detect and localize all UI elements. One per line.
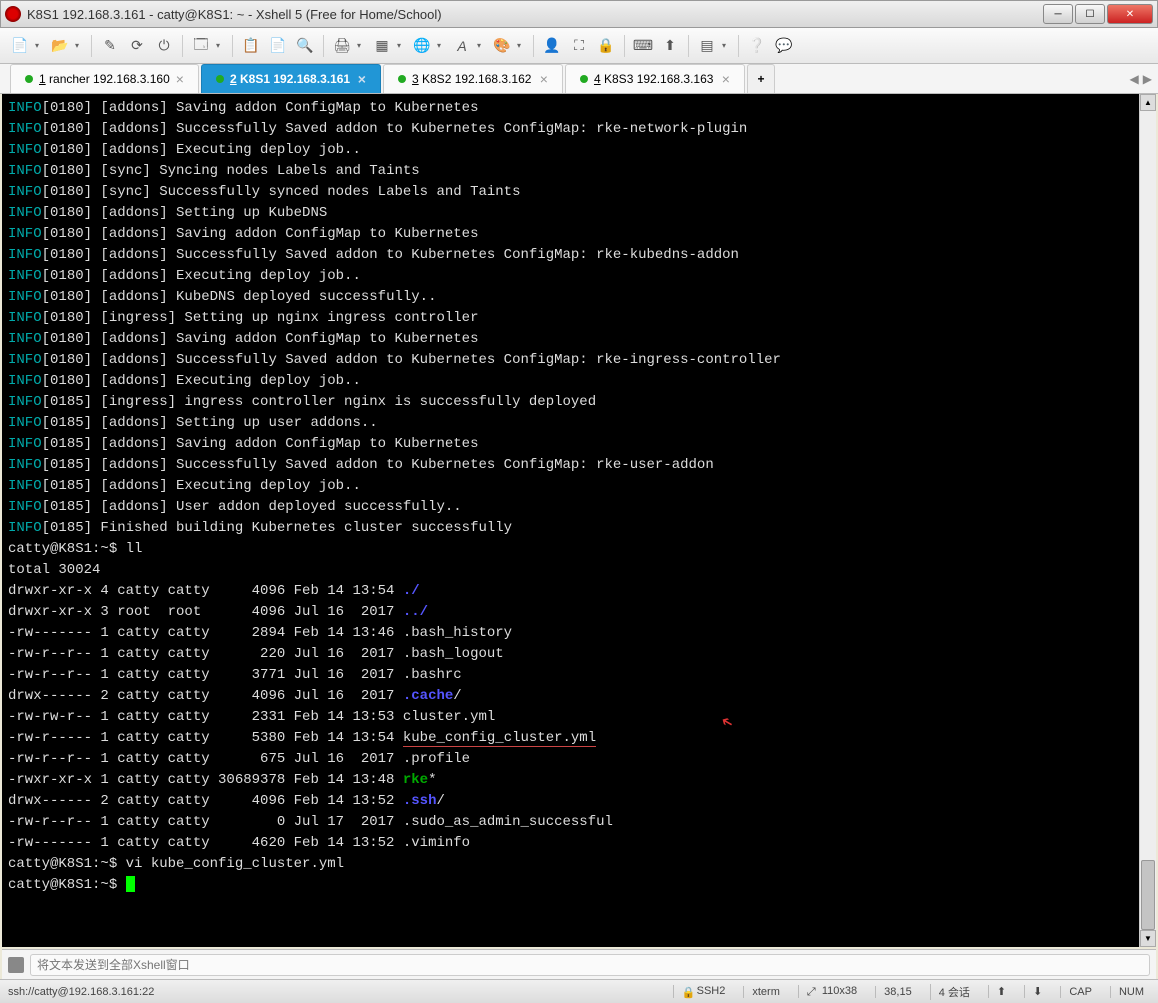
tab-close-icon[interactable]: × [176,71,184,87]
layout-icon[interactable]: ▦ [370,34,394,58]
open-icon[interactable]: 📂 [48,34,72,58]
fullscreen-icon[interactable]: ⛶ [567,34,591,58]
status-dot-icon [580,75,588,83]
status-indicator-1: ⬆ [988,985,1014,998]
upload-icon[interactable]: ⬆ [658,34,682,58]
main-toolbar: 📄▾ 📂▾ ✎ ⟳ ⏻ 🗔▾ 📋 📄 🔍 🖨▾ ▦▾ 🌐▾ A▾ 🎨▾ 👤 ⛶ … [0,28,1158,64]
status-cursor-pos: 38,15 [875,986,920,998]
globe-icon[interactable]: 🌐 [410,34,434,58]
chat-icon[interactable]: 💬 [772,34,796,58]
vertical-scrollbar[interactable]: ▲ ▼ [1139,94,1156,947]
close-button[interactable]: ✕ [1107,4,1153,24]
session-tab[interactable]: 2 K8S1 192.168.3.161 × [201,64,381,93]
session-tab[interactable]: 3 K8S2 192.168.3.162 × [383,64,563,93]
session-tab[interactable]: 4 K8S3 192.168.3.163 × [565,64,745,93]
tab-label: 1 rancher 192.168.3.160 [39,72,170,86]
scroll-track[interactable] [1140,111,1156,930]
status-sessions: 4 会话 [930,984,978,1000]
reconnect-icon[interactable]: ⟳ [125,34,149,58]
keyboard-icon[interactable]: ⌨ [631,34,655,58]
maximize-button[interactable]: ☐ [1075,4,1105,24]
status-num: NUM [1110,986,1152,998]
dropdown-icon[interactable]: ▾ [357,41,367,50]
tab-close-icon[interactable]: × [540,71,548,87]
scroll-thumb[interactable] [1141,860,1155,930]
dropdown-icon[interactable]: ▾ [517,41,527,50]
help-icon[interactable]: ❔ [745,34,769,58]
resize-icon: ⤢ [807,986,819,998]
status-bar: ssh://catty@192.168.3.161:22 🔒SSH2 xterm… [0,979,1158,1003]
color-icon[interactable]: 🎨 [490,34,514,58]
copy-icon[interactable]: 📋 [239,34,263,58]
scroll-down-button[interactable]: ▼ [1140,930,1156,947]
tab-close-icon[interactable]: × [358,71,366,87]
tab-close-icon[interactable]: × [722,71,730,87]
disconnect-icon[interactable]: ⏻ [152,34,176,58]
status-dot-icon [25,75,33,83]
terminal-pane: INFO[0180] [addons] Saving addon ConfigM… [2,94,1156,947]
title-bar: K8S1 192.168.3.161 - catty@K8S1: ~ - Xsh… [0,0,1158,28]
tab-bar: 1 rancher 192.168.3.160×2 K8S1 192.168.3… [0,64,1158,94]
user-icon[interactable]: 👤 [540,34,564,58]
status-cap: CAP [1060,986,1100,998]
find-icon[interactable]: 🔍 [293,34,317,58]
tab-scroll-left-icon[interactable]: ◀ [1130,72,1139,86]
app-icon [5,6,21,22]
tab-label: 3 K8S2 192.168.3.162 [412,72,531,86]
status-connection: ssh://catty@192.168.3.161:22 [6,986,663,998]
lock-icon[interactable]: 🔒 [594,34,618,58]
lock-icon: 🔒 [682,986,694,998]
session-tab[interactable]: 1 rancher 192.168.3.160 × [10,64,199,93]
broadcast-input[interactable] [30,954,1150,976]
dropdown-icon[interactable]: ▾ [437,41,447,50]
status-indicator-2: ⬇ [1024,985,1050,998]
font-icon[interactable]: A [450,34,474,58]
new-session-icon[interactable]: 📄 [8,34,32,58]
scroll-up-button[interactable]: ▲ [1140,94,1156,111]
terminal-output[interactable]: INFO[0180] [addons] Saving addon ConfigM… [2,94,1139,947]
paste-icon[interactable]: 📄 [266,34,290,58]
broadcast-icon [8,957,24,973]
annotation-arrow-icon: ➔ [718,708,739,732]
dropdown-icon[interactable]: ▾ [35,41,45,50]
tab-label: 2 K8S1 192.168.3.161 [230,72,350,86]
dropdown-icon[interactable]: ▾ [397,41,407,50]
status-ssh: 🔒SSH2 [673,985,734,997]
tile-icon[interactable]: ▤ [695,34,719,58]
dropdown-icon[interactable]: ▾ [477,41,487,50]
send-to-all-bar [2,949,1156,979]
properties-icon[interactable]: 🗔 [189,34,213,58]
wand-icon[interactable]: ✎ [98,34,122,58]
window-title: K8S1 192.168.3.161 - catty@K8S1: ~ - Xsh… [27,7,1043,22]
status-dot-icon [216,75,224,83]
print-icon[interactable]: 🖨 [330,34,354,58]
tab-label: 4 K8S3 192.168.3.163 [594,72,713,86]
minimize-button[interactable]: ─ [1043,4,1073,24]
dropdown-icon[interactable]: ▾ [216,41,226,50]
dropdown-icon[interactable]: ▾ [722,41,732,50]
status-size: ⤢110x38 [798,985,865,997]
status-dot-icon [398,75,406,83]
dropdown-icon[interactable]: ▾ [75,41,85,50]
tab-scroll-right-icon[interactable]: ▶ [1143,72,1152,86]
add-tab-button[interactable]: + [747,64,775,93]
status-term: xterm [743,986,788,998]
